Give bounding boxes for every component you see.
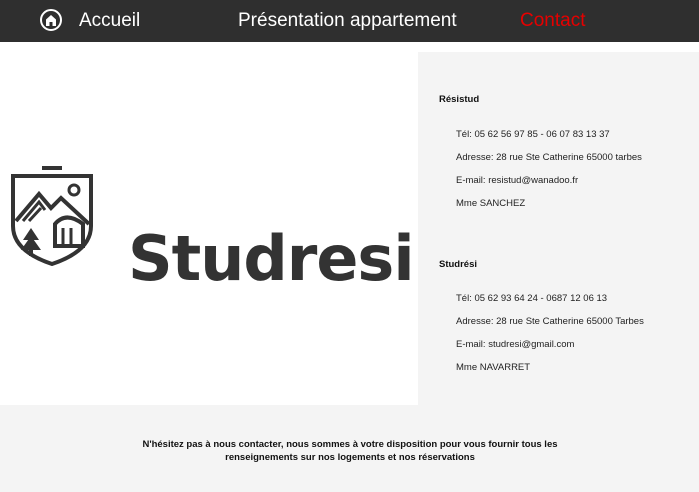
studresi-wordmark: Studresi — [128, 222, 415, 295]
resistud-email[interactable]: E-mail: resistud@wanadoo.fr — [456, 175, 578, 186]
resistud-contact-person: Mme SANCHEZ — [456, 198, 526, 209]
studresi-email[interactable]: E-mail: studresi@gmail.com — [456, 339, 574, 350]
studresi-phone: Tél: 05 62 93 64 24 - 0687 12 06 13 — [456, 293, 608, 304]
nav-link-accueil[interactable]: Accueil — [79, 10, 140, 32]
nav-link-presentation[interactable]: Présentation appartement — [238, 10, 457, 32]
contact-title-studresi: Studrési — [439, 259, 478, 270]
house-glyph — [46, 14, 56, 26]
contact-panel: Résistud Tél: 05 62 56 97 85 - 06 07 83 … — [418, 52, 699, 405]
studresi-contact-person: Mme NAVARRET — [456, 362, 531, 373]
resistud-phone: Tél: 05 62 56 97 85 - 06 07 83 13 37 — [456, 129, 610, 140]
footer-message: N'hésitez pas à nous contacter, nous som… — [142, 439, 558, 463]
home-icon[interactable] — [40, 9, 62, 31]
resistud-address: Adresse: 28 rue Ste Catherine 65000 tarb… — [456, 152, 642, 163]
contact-title-resistud: Résistud — [439, 94, 480, 105]
studresi-address: Adresse: 28 rue Ste Catherine 65000 Tarb… — [456, 316, 644, 327]
top-navigation-bar: Accueil Présentation appartement Contact — [0, 0, 699, 42]
mountain-crest-icon — [11, 166, 93, 266]
nav-link-contact[interactable]: Contact — [520, 10, 585, 32]
logo-area: Studresi — [0, 42, 418, 405]
footer: N'hésitez pas à nous contacter, nous som… — [0, 405, 699, 492]
